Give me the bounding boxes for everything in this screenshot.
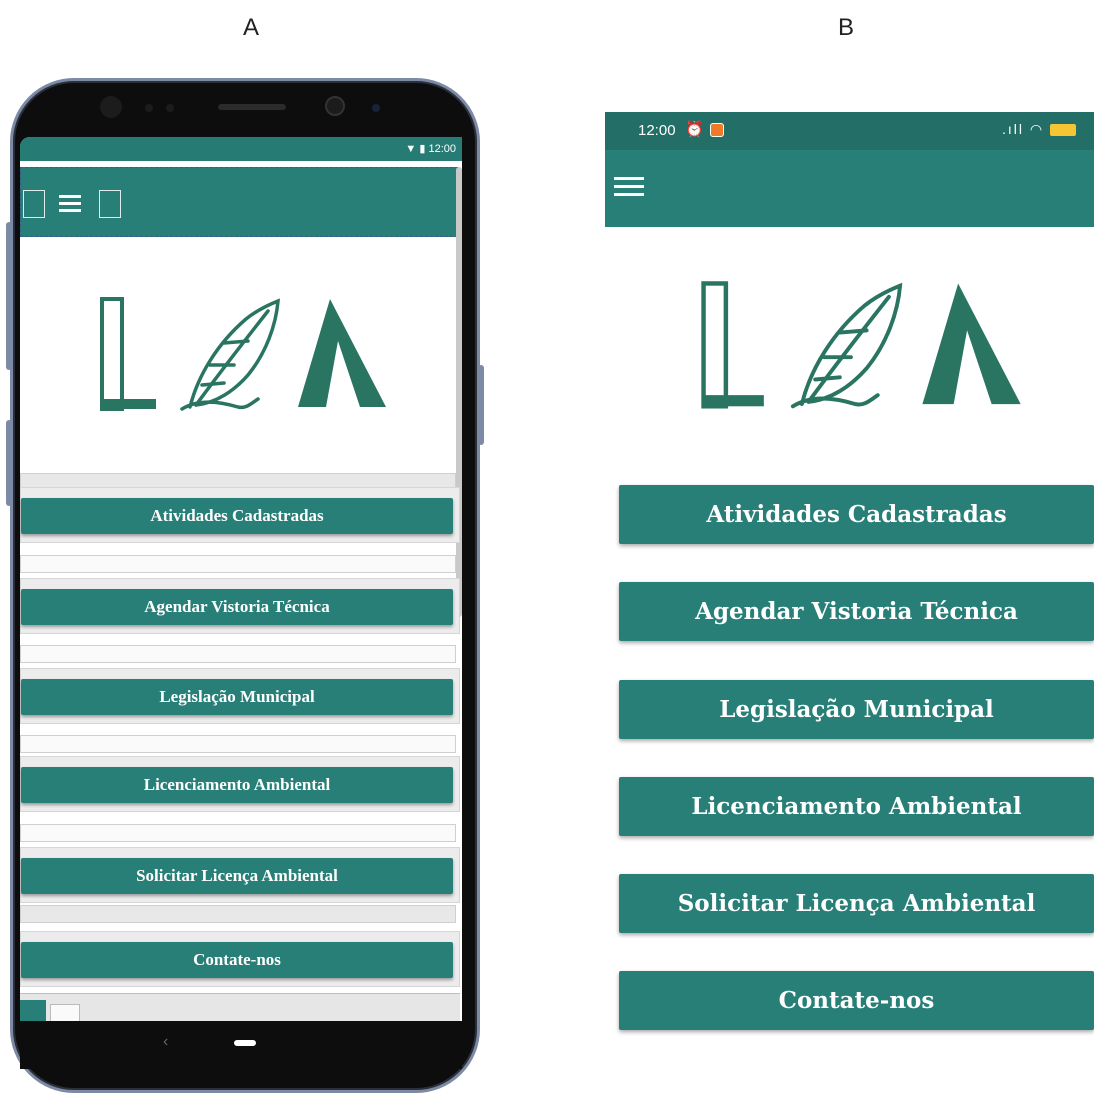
button-container: Contate-nos <box>20 931 460 987</box>
back-icon[interactable]: ‹ <box>163 1033 168 1051</box>
logo-graphic <box>100 297 386 411</box>
wifi-icon: ◠ <box>1029 121 1045 137</box>
lea-logo <box>698 279 1024 418</box>
spacer-row <box>20 645 456 663</box>
toolbar-a <box>20 167 458 237</box>
volume-button <box>6 222 12 370</box>
home-icon[interactable] <box>234 1040 256 1046</box>
status-time: 12:00 <box>638 122 676 139</box>
scrollbar[interactable] <box>456 167 462 617</box>
battery-icon: ▮ <box>419 143 426 155</box>
sensor-dot <box>145 104 153 112</box>
power-button <box>478 365 484 445</box>
placeholder-left <box>23 190 45 218</box>
logo-graphic <box>701 281 1021 409</box>
notification-icon <box>710 123 724 137</box>
atividades-cadastradas-button[interactable]: Atividades Cadastradas <box>21 498 453 534</box>
alarm-off-icon: ⏰ <box>685 121 704 138</box>
spacer-row <box>20 555 456 573</box>
panel-a-label: A <box>243 14 260 41</box>
button-container: Atividades Cadastradas <box>20 487 460 543</box>
solicitar-licenca-button[interactable]: Solicitar Licença Ambiental <box>619 874 1094 933</box>
iris-scanner <box>325 96 345 116</box>
licenciamento-ambiental-button[interactable]: Licenciamento Ambiental <box>619 777 1094 836</box>
placeholder-right <box>99 190 121 218</box>
hamburger-menu-icon[interactable] <box>59 195 81 216</box>
licenciamento-ambiental-button[interactable]: Licenciamento Ambiental <box>21 767 453 803</box>
status-bar-a: ▼ ▮ 12:00 <box>20 137 462 161</box>
front-camera <box>100 96 122 118</box>
agendar-vistoria-button[interactable]: Agendar Vistoria Técnica <box>21 589 453 625</box>
earpiece-speaker <box>218 104 286 110</box>
button-container: Legislação Municipal <box>20 668 460 724</box>
bixby-button <box>6 420 12 506</box>
signal-icon: .ıll <box>1002 121 1024 137</box>
navigation-bar-a: ‹ <box>20 1021 462 1069</box>
legislacao-municipal-button[interactable]: Legislação Municipal <box>21 679 453 715</box>
button-container: Licenciamento Ambiental <box>20 756 460 812</box>
footer-strip <box>20 993 460 1021</box>
spacer-row <box>20 824 456 842</box>
atividades-cadastradas-button[interactable]: Atividades Cadastradas <box>619 485 1094 544</box>
spacer-row <box>20 735 456 753</box>
hamburger-menu-icon[interactable] <box>614 177 644 201</box>
wifi-icon: ▼ <box>405 143 417 155</box>
app-screen-b: 12:00 ⏰ .ıll ◠ Atividades Cadastradas Ag… <box>605 112 1094 1047</box>
agendar-vistoria-button[interactable]: Agendar Vistoria Técnica <box>619 582 1094 641</box>
contate-nos-button[interactable]: Contate-nos <box>619 971 1094 1030</box>
lea-logo <box>98 295 388 420</box>
contate-nos-button[interactable]: Contate-nos <box>21 942 453 978</box>
phone-screen-a: ▼ ▮ 12:00 Atividades Cadastradas Agendar… <box>20 137 462 1021</box>
battery-icon <box>1050 124 1076 137</box>
button-container: Agendar Vistoria Técnica <box>20 578 460 634</box>
panel-b-label: B <box>838 14 855 41</box>
button-container: Solicitar Licença Ambiental <box>20 847 460 903</box>
legislacao-municipal-button[interactable]: Legislação Municipal <box>619 680 1094 739</box>
status-time: 12:00 <box>428 143 456 155</box>
status-bar-b: 12:00 ⏰ .ıll ◠ <box>605 112 1094 150</box>
toolbar-b <box>605 150 1094 227</box>
sensor-dot <box>166 104 174 112</box>
solicitar-licenca-button[interactable]: Solicitar Licença Ambiental <box>21 858 453 894</box>
spacer-row <box>20 905 456 923</box>
proximity-sensor <box>372 104 380 112</box>
